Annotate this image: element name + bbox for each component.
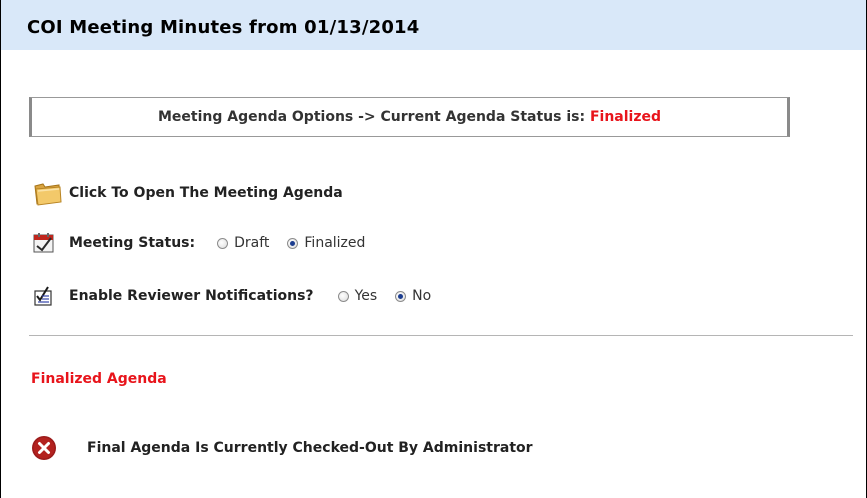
- reviewer-notifications-row: Enable Reviewer Notifications? Yes No: [33, 281, 449, 311]
- notifications-no-radio[interactable]: No: [395, 288, 431, 304]
- notifications-yes-radio[interactable]: Yes: [337, 288, 378, 304]
- radio-unchecked-icon[interactable]: [337, 290, 349, 302]
- reviewer-notifications-radio-group: Yes No: [337, 288, 450, 304]
- meeting-status-finalized-radio[interactable]: Finalized: [287, 235, 365, 251]
- folder-icon[interactable]: [33, 180, 69, 206]
- checklist-icon: [33, 285, 69, 307]
- finalized-agenda-heading: Finalized Agenda: [31, 371, 167, 387]
- agenda-options-bar: Meeting Agenda Options -> Current Agenda…: [29, 97, 790, 137]
- open-agenda-label[interactable]: Click To Open The Meeting Agenda: [69, 185, 343, 201]
- agenda-status-value: Finalized: [589, 109, 662, 125]
- radio-checked-icon[interactable]: [287, 237, 299, 249]
- radio-unchecked-icon[interactable]: [217, 237, 229, 249]
- meeting-status-label: Meeting Status:: [69, 235, 196, 251]
- radio-label: Draft: [234, 235, 270, 251]
- meeting-status-draft-radio[interactable]: Draft: [217, 235, 269, 251]
- radio-label: No: [412, 288, 432, 304]
- meeting-status-radio-group: Draft Finalized: [217, 235, 383, 251]
- page-header: COI Meeting Minutes from 01/13/2014: [1, 0, 866, 50]
- agenda-options-text: Meeting Agenda Options -> Current Agenda…: [157, 109, 590, 125]
- checkout-status-message: Final Agenda Is Currently Checked-Out By…: [87, 440, 533, 456]
- reviewer-notifications-label: Enable Reviewer Notifications?: [69, 288, 314, 304]
- checkout-status-row: Final Agenda Is Currently Checked-Out By…: [31, 435, 533, 461]
- meeting-status-row: Meeting Status: Draft Finalized: [33, 228, 383, 258]
- error-x-icon: [31, 435, 87, 461]
- calendar-icon: [33, 232, 69, 254]
- radio-checked-icon[interactable]: [395, 290, 407, 302]
- radio-label: Yes: [354, 288, 378, 304]
- section-divider: [29, 335, 853, 336]
- page-title: COI Meeting Minutes from 01/13/2014: [27, 17, 420, 38]
- open-agenda-link[interactable]: Click To Open The Meeting Agenda: [33, 178, 343, 208]
- radio-label: Finalized: [304, 235, 366, 251]
